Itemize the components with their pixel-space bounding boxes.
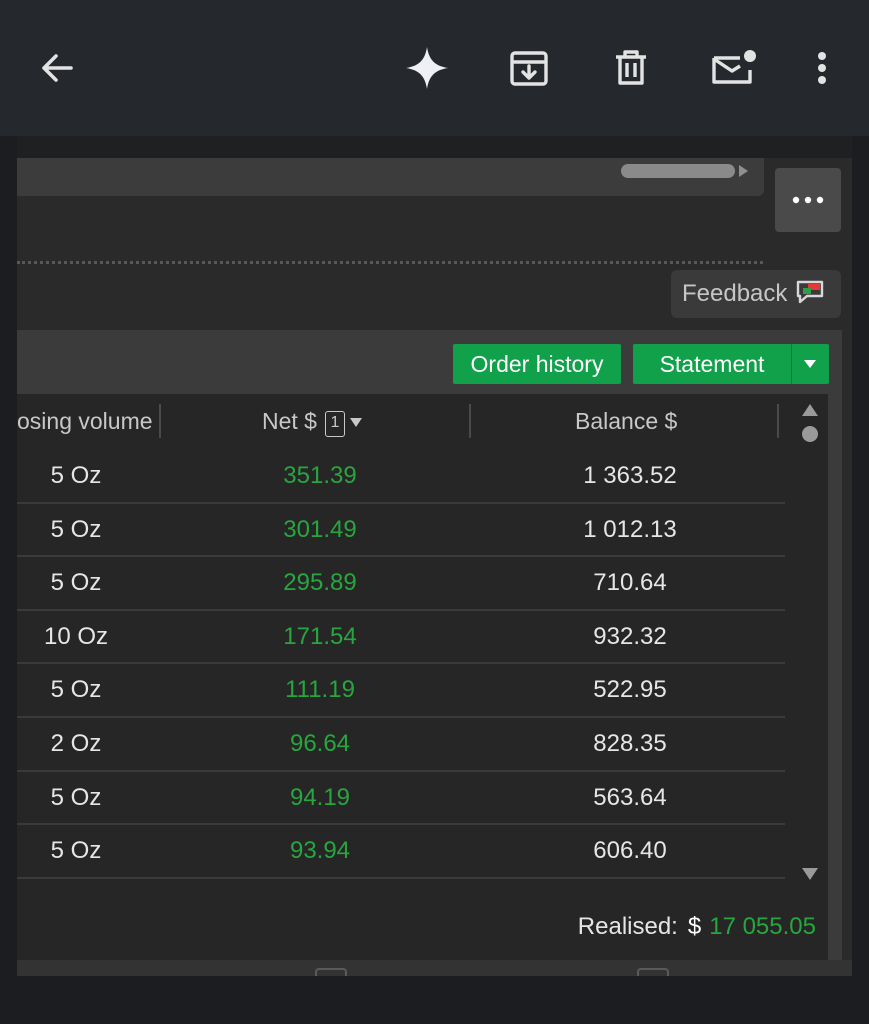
- trading-screenshot: Feedback Order history Statement osing v…: [17, 136, 852, 976]
- column-resize-handle[interactable]: [469, 404, 471, 438]
- realised-currency: $: [687, 913, 702, 940]
- trash-icon[interactable]: [603, 40, 659, 96]
- cell-volume: 5 Oz: [50, 462, 102, 489]
- cell-net: 94.19: [289, 783, 351, 811]
- header-net[interactable]: Net $ 1: [262, 408, 362, 437]
- table-row[interactable]: 10 Oz 171.54 932.32: [17, 611, 785, 665]
- cell-net: 111.19: [285, 676, 355, 704]
- cell-balance: 563.64: [593, 783, 667, 811]
- cell-net: 351.39: [283, 462, 357, 489]
- cell-volume: 5 Oz: [50, 837, 102, 865]
- cell-net: 93.94: [289, 837, 351, 865]
- scroll-right-arrow-icon[interactable]: [739, 165, 748, 177]
- more-vert-icon[interactable]: [794, 40, 850, 96]
- header-closing-volume[interactable]: osing volume: [17, 408, 153, 435]
- more-options-button[interactable]: [775, 168, 841, 232]
- cell-net: 96.64: [289, 729, 351, 757]
- bottom-tab-handle[interactable]: [637, 968, 669, 976]
- scroll-up-arrow-icon[interactable]: [802, 404, 818, 416]
- deals-table: osing volume Net $ 1 Balance $ 5 Oz 351.3…: [17, 394, 828, 960]
- cell-balance: 932.32: [593, 622, 667, 650]
- cell-net: 171.54: [283, 622, 357, 650]
- column-resize-handle[interactable]: [159, 404, 161, 438]
- statement-button[interactable]: Statement: [633, 344, 829, 384]
- table-row[interactable]: 5 Oz 351.39 1 363.52: [17, 450, 785, 504]
- cell-volume: 5 Oz: [50, 783, 102, 811]
- table-header: osing volume Net $ 1 Balance $: [17, 394, 787, 450]
- sparkle-icon[interactable]: [399, 40, 455, 96]
- cell-volume: 5 Oz: [50, 569, 102, 597]
- cell-volume: 5 Oz: [50, 515, 102, 543]
- app-bar: [0, 0, 869, 136]
- table-row[interactable]: 5 Oz 301.49 1 012.13: [17, 504, 785, 558]
- realised-total: Realised: $17 055.05: [578, 913, 816, 941]
- table-row[interactable]: 2 Oz 96.64 828.35: [17, 718, 785, 772]
- table-row[interactable]: 5 Oz 94.19 563.64: [17, 772, 785, 826]
- table-row[interactable]: 5 Oz 93.94 606.40: [17, 825, 785, 879]
- bottom-tab-handle[interactable]: [315, 968, 347, 976]
- table-row[interactable]: 5 Oz 295.89 710.64: [17, 557, 785, 611]
- statement-label: Statement: [659, 350, 765, 377]
- sort-desc-icon: [349, 418, 362, 427]
- scroll-down-arrow-icon[interactable]: [802, 868, 818, 880]
- realised-label: Realised:: [577, 913, 678, 940]
- cell-balance: 606.40: [593, 837, 667, 865]
- feedback-icon: [795, 279, 825, 310]
- order-history-label: Order history: [470, 350, 604, 377]
- vertical-scroll-thumb[interactable]: [802, 426, 818, 442]
- cell-balance: 1 363.52: [583, 462, 677, 489]
- cell-net: 295.89: [283, 569, 357, 597]
- table-body: 5 Oz 351.39 1 363.52 5 Oz 301.49 1 012.1…: [17, 450, 785, 909]
- back-arrow-icon[interactable]: [29, 40, 85, 96]
- top-strip: [17, 136, 852, 158]
- sort-order-badge: 1: [324, 411, 345, 437]
- archive-icon[interactable]: [501, 40, 557, 96]
- column-resize-handle[interactable]: [777, 404, 779, 438]
- header-net-label: Net $: [262, 408, 317, 434]
- table-row-partial: [17, 879, 785, 909]
- cell-balance: 710.64: [593, 569, 667, 597]
- bottom-strip: [17, 960, 852, 976]
- dotted-divider: [17, 261, 763, 264]
- cell-net: 301.49: [283, 515, 357, 543]
- cell-volume: 5 Oz: [50, 676, 102, 704]
- cell-balance: 828.35: [593, 729, 667, 757]
- horizontal-scroll-thumb[interactable]: [621, 164, 735, 178]
- cell-volume: 10 Oz: [43, 622, 109, 650]
- cell-balance: 522.95: [593, 676, 667, 704]
- feedback-label: Feedback: [682, 280, 788, 307]
- mark-unread-icon[interactable]: [705, 40, 761, 96]
- cell-volume: 2 Oz: [50, 729, 102, 757]
- feedback-button[interactable]: Feedback: [671, 270, 841, 318]
- header-balance[interactable]: Balance $: [575, 408, 677, 435]
- statement-dropdown-icon[interactable]: [792, 359, 828, 369]
- vertical-scrollbar[interactable]: [801, 402, 821, 882]
- cell-balance: 1 012.13: [583, 515, 677, 543]
- table-row[interactable]: 5 Oz 111.19 522.95: [17, 664, 785, 718]
- order-history-button[interactable]: Order history: [453, 344, 621, 384]
- realised-value: 17 055.05: [709, 913, 816, 940]
- history-panel: Order history Statement osing volume Net…: [17, 330, 842, 960]
